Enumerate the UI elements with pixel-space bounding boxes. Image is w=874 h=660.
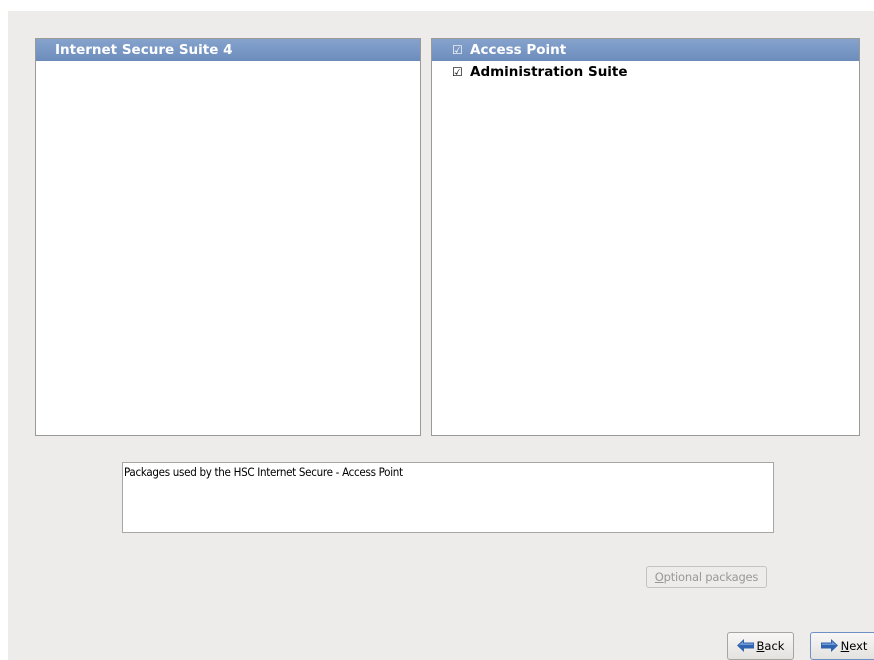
mnemonic-letter: N — [840, 639, 850, 653]
group-item-label: Internet Secure Suite 4 — [55, 42, 233, 58]
subgroup-item-label: Administration Suite — [470, 64, 628, 80]
package-description-text: Packages used by the HSC Internet Secure… — [124, 465, 403, 479]
checkbox-checked-icon[interactable]: ☑ — [452, 39, 463, 61]
button-label: ack — [764, 639, 785, 653]
subgroup-item-administration-suite[interactable]: ☑ Administration Suite — [432, 61, 859, 83]
optional-packages-button[interactable]: Optional packages — [646, 566, 767, 588]
next-button[interactable]: Next — [810, 632, 874, 660]
checkbox-checked-icon[interactable]: ☑ — [452, 61, 463, 83]
left-arrow-icon — [736, 638, 754, 652]
subgroup-item-label: Access Point — [470, 42, 567, 58]
installer-window: Internet Secure Suite 4 ☑ Access Point ☑ A… — [8, 11, 874, 660]
back-button[interactable]: Back — [727, 632, 794, 660]
package-description-box: Packages used by the HSC Internet Secure… — [122, 462, 774, 533]
button-label: ptional packages — [663, 570, 759, 584]
package-groups-list[interactable]: Internet Secure Suite 4 — [35, 38, 421, 436]
mnemonic-letter: O — [654, 570, 664, 584]
right-arrow-icon — [820, 638, 838, 652]
button-label: ext — [849, 639, 868, 653]
subgroup-item-access-point[interactable]: ☑ Access Point — [432, 39, 859, 61]
package-subgroups-list[interactable]: ☑ Access Point ☑ Administration Suite — [431, 38, 860, 436]
group-item-internet-secure-suite[interactable]: Internet Secure Suite 4 — [36, 39, 420, 61]
